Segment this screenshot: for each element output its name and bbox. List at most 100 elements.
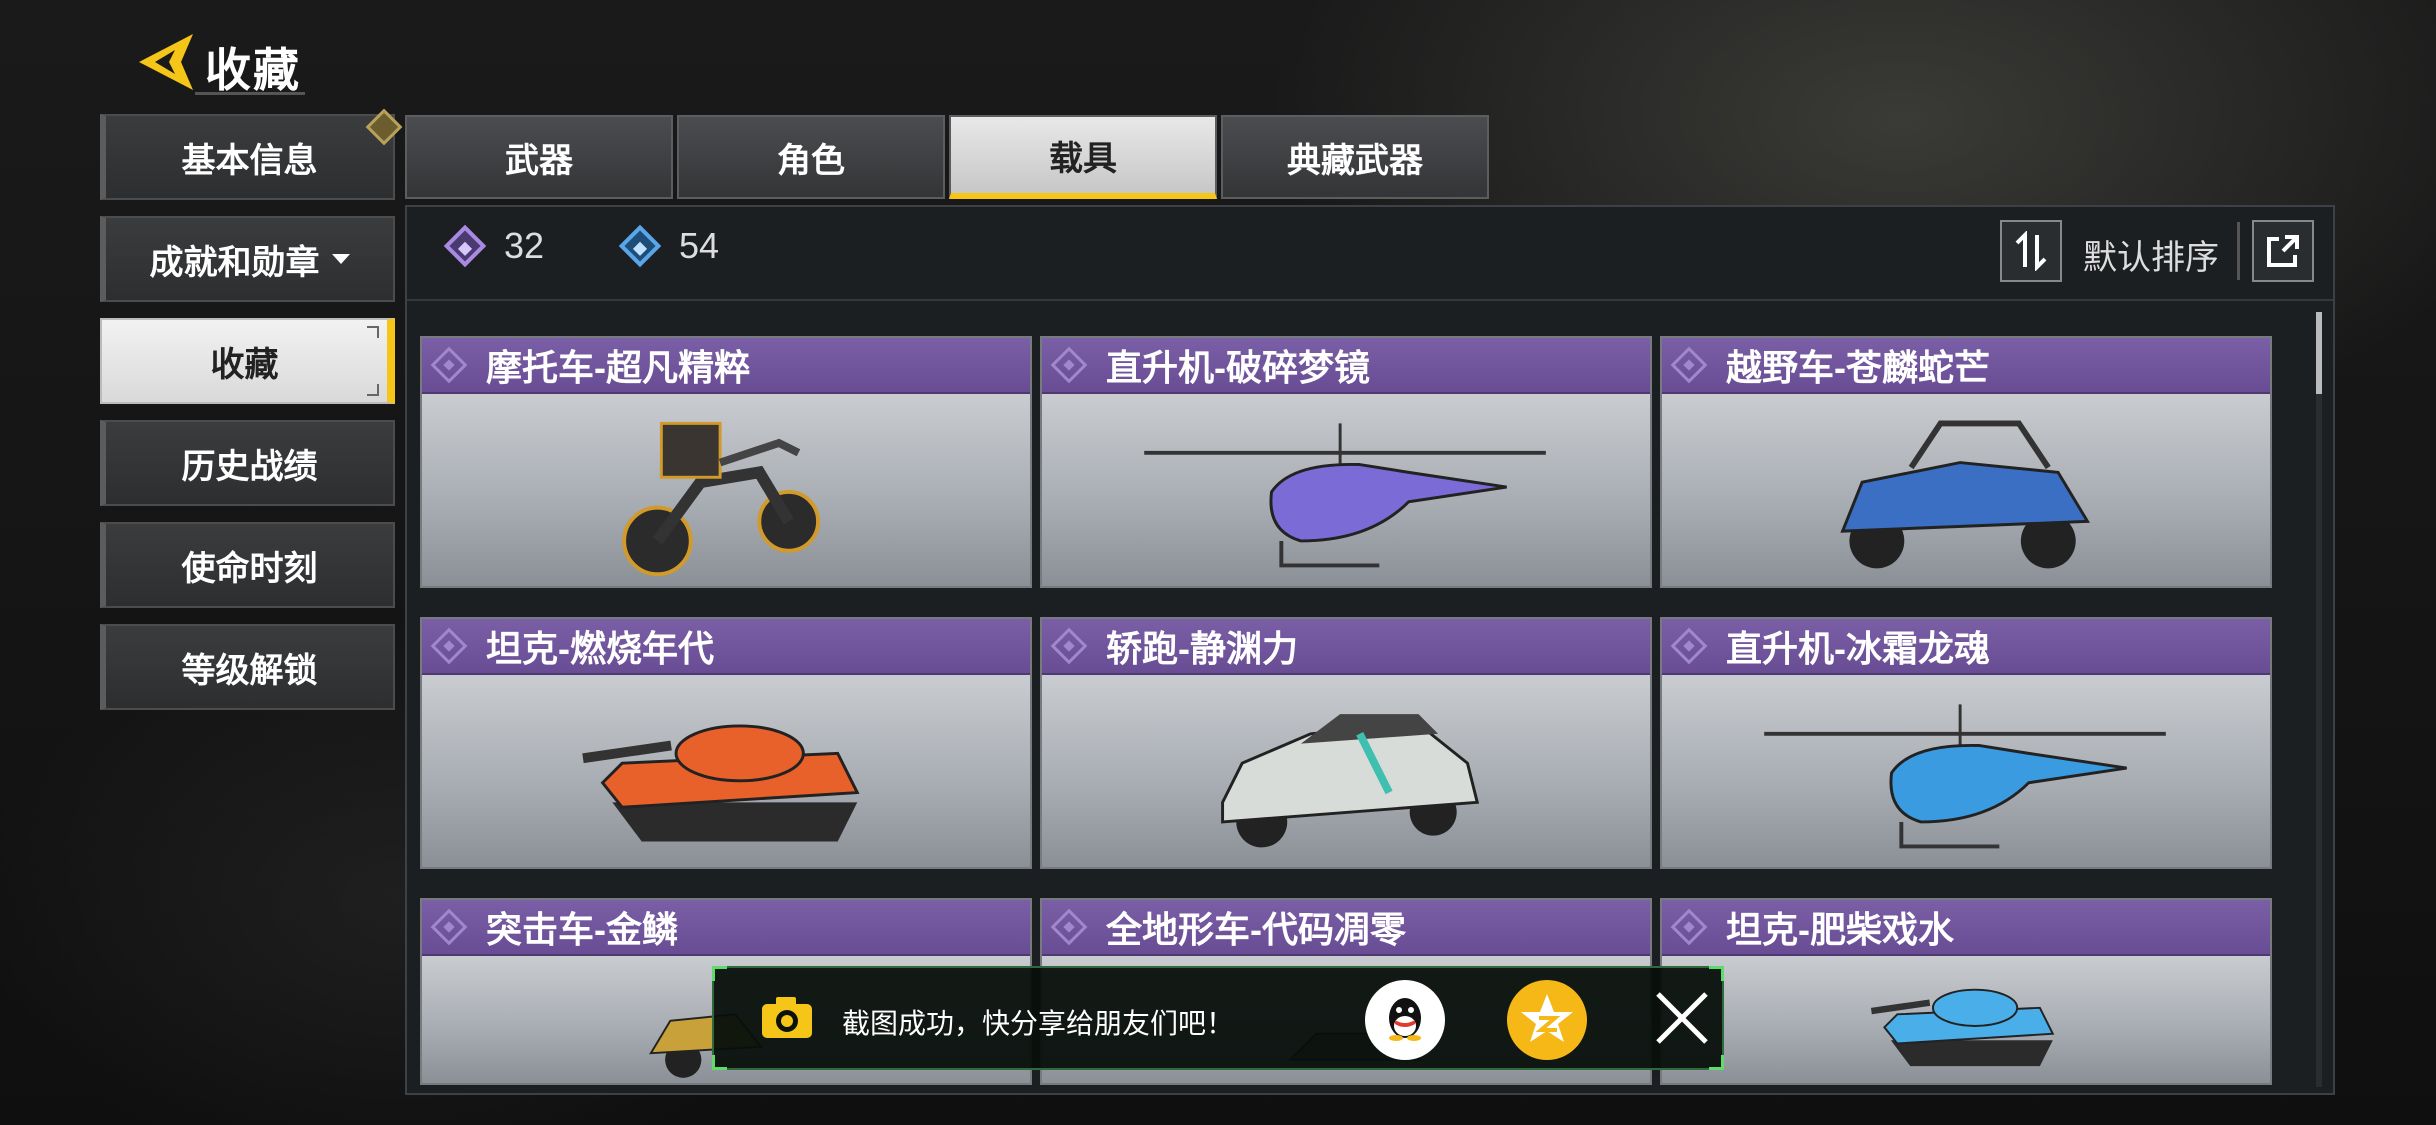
scrollbar-thumb[interactable] [2316, 312, 2322, 394]
sidebar-item-label: 历史战绩 [181, 447, 318, 486]
vehicle-name: 突击车-金鳞 [486, 909, 678, 950]
sidebar-item-history[interactable]: 历史战绩 [100, 420, 395, 506]
card-header: 越野车-苍麟蛇芒 [1662, 338, 2270, 394]
rarity-diamond-icon [430, 627, 468, 665]
rarity-diamond-icon [1050, 627, 1088, 665]
helicopter-image [1144, 423, 1546, 568]
page-title: 收藏 [205, 44, 301, 96]
vehicle-preview [1042, 675, 1650, 867]
tank-image [1870, 988, 2055, 1067]
card-header: 坦克-肥柴戏水 [1662, 900, 2270, 956]
blue-count-value: 54 [679, 225, 720, 266]
rarity-diamond-icon [1050, 346, 1088, 384]
card-header: 轿跑-静渊力 [1042, 619, 1650, 675]
qzone-share-button[interactable] [1507, 980, 1587, 1060]
sidebar-item-label: 等级解锁 [181, 651, 318, 690]
camera-icon [762, 997, 812, 1038]
sidebar-item-achievements[interactable]: 成就和勋章 [100, 216, 395, 302]
back-arrow-icon[interactable] [135, 30, 195, 94]
sort-button[interactable] [2000, 220, 2062, 282]
tab-label: 角色 [777, 141, 845, 180]
sidebar-item-label: 成就和勋章 [149, 243, 320, 282]
sidebar-item-level-unlock[interactable]: 等级解锁 [100, 624, 395, 710]
share-icon [2267, 235, 2299, 267]
card-header: 突击车-金鳞 [422, 900, 1030, 956]
corner-mark [1709, 1055, 1724, 1070]
vehicle-card[interactable]: 坦克-燃烧年代 [420, 617, 1032, 869]
corner-mark [712, 966, 727, 981]
card-header: 坦克-燃烧年代 [422, 619, 1030, 675]
chevron-down-icon [331, 254, 350, 264]
vehicle-card[interactable]: 越野车-苍麟蛇芒 [1660, 336, 2272, 588]
rarity-diamond-icon [1670, 346, 1708, 384]
sidebar-item-label: 收藏 [210, 345, 279, 384]
buggy-image [1840, 420, 2091, 569]
vehicle-preview [1662, 956, 2270, 1083]
vehicle-preview [1662, 675, 2270, 867]
vehicle-preview [422, 675, 1030, 867]
vehicle-name: 坦克-肥柴戏水 [1726, 909, 1954, 950]
vehicle-preview [422, 394, 1030, 586]
toast-message: 截图成功，快分享给朋友们吧！ [842, 1008, 1235, 1039]
tab-weapons[interactable]: 武器 [405, 115, 673, 199]
corner-mark [1709, 966, 1724, 981]
qq-icon [1389, 998, 1421, 1041]
new-badge-icon [365, 108, 403, 146]
vehicle-card[interactable]: 轿跑-静渊力 [1040, 617, 1652, 869]
card-header: 直升机-冰霜龙魂 [1662, 619, 2270, 675]
rarity-diamond-icon [430, 346, 468, 384]
card-header: 全地形车-代码凋零 [1042, 900, 1650, 956]
rarity-diamond-icon [1670, 627, 1708, 665]
card-header: 直升机-破碎梦镜 [1042, 338, 1650, 394]
blue-diamond-icon [618, 224, 662, 268]
sort-label[interactable]: 默认排序 [2083, 230, 2219, 279]
sidebar-item-basic-info[interactable]: 基本信息 [100, 108, 403, 200]
vehicle-name: 坦克-燃烧年代 [486, 628, 714, 669]
tab-vehicles[interactable]: 载具 [949, 115, 1217, 199]
vehicle-card[interactable]: 直升机-破碎梦镜 [1040, 336, 1652, 588]
tab-legendary-weapons[interactable]: 典藏武器 [1221, 115, 1489, 199]
rarity-diamond-icon [1050, 908, 1088, 946]
helicopter-image [1764, 704, 2166, 849]
rarity-diamond-icon [430, 908, 468, 946]
tank-image [582, 724, 860, 842]
vehicle-name: 摩托车-超凡精粹 [486, 347, 750, 388]
motorcycle-image [622, 421, 821, 577]
sort-arrows-icon [2015, 231, 2047, 271]
vehicle-card[interactable]: 坦克-肥柴戏水 [1660, 898, 2272, 1085]
vehicle-name: 全地形车-代码凋零 [1106, 909, 1406, 950]
vehicle-preview [1662, 394, 2270, 586]
scrollbar-track[interactable] [2316, 312, 2322, 1087]
close-icon[interactable] [1650, 986, 1714, 1050]
corner-mark [367, 326, 379, 338]
corner-mark [367, 384, 379, 396]
toolbar-divider [2237, 222, 2240, 280]
vehicle-card[interactable]: 摩托车-超凡精粹 [420, 336, 1032, 588]
sidebar-item-mission-moments[interactable]: 使命时刻 [100, 522, 395, 608]
share-button[interactable] [2252, 220, 2314, 282]
corner-mark [712, 1055, 727, 1070]
sidebar-item-collection[interactable]: 收藏 [100, 318, 395, 404]
sports-car-image [1221, 714, 1480, 848]
tab-label: 典藏武器 [1287, 141, 1423, 180]
sidebar-item-label: 基本信息 [181, 141, 318, 180]
tab-label: 载具 [1049, 139, 1117, 178]
qzone-icon [1521, 994, 1573, 1042]
tab-label: 武器 [505, 141, 573, 180]
card-header: 摩托车-超凡精粹 [422, 338, 1030, 394]
vehicle-card[interactable]: 直升机-冰霜龙魂 [1660, 617, 2272, 869]
blue-rarity-count: 54 [618, 224, 720, 268]
vehicle-preview [1042, 394, 1650, 586]
purple-rarity-count: 32 [443, 224, 545, 268]
rarity-diamond-icon [1670, 908, 1708, 946]
vehicle-name: 直升机-冰霜龙魂 [1726, 628, 1990, 669]
purple-count-value: 32 [504, 225, 545, 266]
title-underline [195, 92, 305, 95]
sidebar-item-label: 使命时刻 [181, 549, 318, 588]
vehicle-name: 直升机-破碎梦镜 [1106, 347, 1370, 388]
tab-characters[interactable]: 角色 [677, 115, 945, 199]
qq-share-button[interactable] [1365, 980, 1445, 1060]
purple-diamond-icon [443, 224, 487, 268]
vehicle-name: 越野车-苍麟蛇芒 [1726, 347, 1990, 388]
vehicle-name: 轿跑-静渊力 [1106, 628, 1298, 669]
